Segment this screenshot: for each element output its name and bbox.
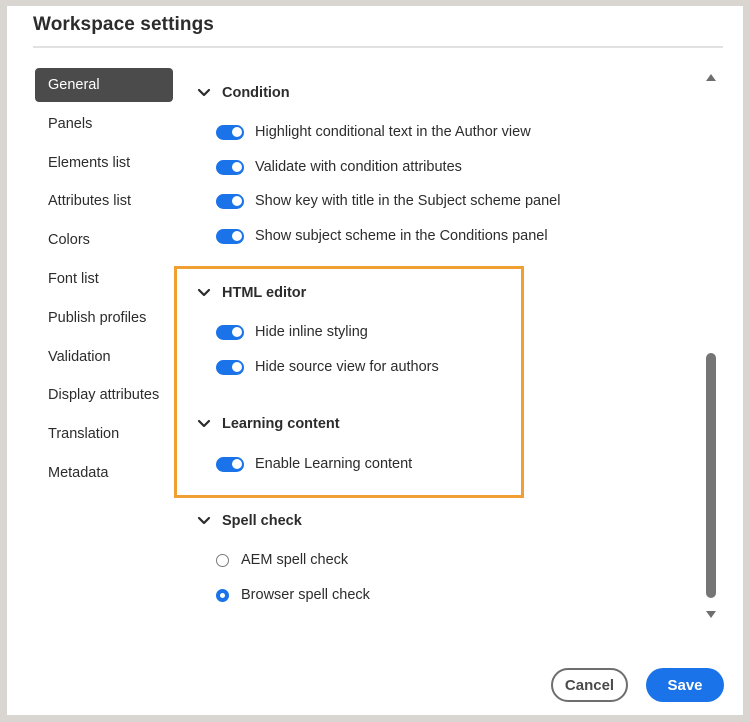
option-label: Validate with condition attributes (255, 159, 462, 175)
sidebar-item-attributes-list[interactable]: Attributes list (35, 184, 173, 218)
option-label: Hide inline styling (255, 324, 368, 340)
section-title: Spell check (222, 513, 302, 529)
option-label: Show subject scheme in the Conditions pa… (255, 228, 548, 244)
option-label: Highlight conditional text in the Author… (255, 124, 531, 140)
radio-button-selected[interactable] (216, 588, 229, 602)
option-show-subject-scheme: Show subject scheme in the Conditions pa… (216, 228, 548, 244)
section-header-condition[interactable]: Condition (197, 85, 290, 101)
option-label: Browser spell check (241, 587, 370, 603)
sidebar-item-elements-list[interactable]: Elements list (35, 146, 173, 180)
radio-button[interactable] (216, 553, 229, 567)
sidebar-item-display-attributes[interactable]: Display attributes (35, 378, 173, 412)
sidebar-item-publish-profiles[interactable]: Publish profiles (35, 301, 173, 335)
save-button[interactable]: Save (646, 668, 724, 702)
toggle-switch[interactable] (216, 159, 244, 175)
scroll-down-arrow-icon[interactable] (704, 608, 718, 622)
option-label: Enable Learning content (255, 456, 413, 472)
option-label: AEM spell check (241, 552, 349, 568)
sidebar-item-metadata[interactable]: Metadata (35, 456, 173, 490)
toggle-switch[interactable] (216, 359, 244, 375)
sidebar-item-panels[interactable]: Panels (35, 107, 173, 141)
chevron-down-icon (197, 516, 211, 525)
sidebar-item-font-list[interactable]: Font list (35, 262, 173, 296)
section-header-html-editor[interactable]: HTML editor (197, 285, 306, 301)
option-aem-spell-check: AEM spell check (216, 552, 348, 568)
dialog-title: Workspace settings (33, 14, 214, 35)
option-label: Hide source view for authors (255, 359, 439, 375)
workspace-settings-dialog: Workspace settings General Panels Elemen… (7, 6, 743, 715)
scroll-up-arrow-icon[interactable] (704, 70, 718, 84)
cancel-button[interactable]: Cancel (551, 668, 628, 702)
section-header-learning-content[interactable]: Learning content (197, 416, 340, 432)
toggle-switch[interactable] (216, 324, 244, 340)
option-browser-spell-check: Browser spell check (216, 587, 370, 603)
option-hide-inline-styling: Hide inline styling (216, 324, 368, 340)
section-title: Learning content (222, 416, 340, 432)
option-highlight-conditional-text: Highlight conditional text in the Author… (216, 124, 531, 140)
option-label: Show key with title in the Subject schem… (255, 193, 561, 209)
toggle-switch[interactable] (216, 456, 244, 472)
chevron-down-icon (197, 88, 211, 97)
option-enable-learning-content: Enable Learning content (216, 456, 412, 472)
settings-sidebar: General Panels Elements list Attributes … (35, 68, 173, 495)
section-title: Condition (222, 85, 290, 101)
section-title: HTML editor (222, 285, 307, 301)
option-show-key-with-title: Show key with title in the Subject schem… (216, 193, 560, 209)
toggle-switch[interactable] (216, 228, 244, 244)
title-divider (33, 46, 723, 48)
option-hide-source-view: Hide source view for authors (216, 359, 439, 375)
sidebar-item-colors[interactable]: Colors (35, 223, 173, 257)
sidebar-item-general[interactable]: General (35, 68, 173, 102)
toggle-switch[interactable] (216, 193, 244, 209)
sidebar-item-validation[interactable]: Validation (35, 340, 173, 374)
option-validate-condition-attributes: Validate with condition attributes (216, 159, 462, 175)
scrollbar-thumb[interactable] (706, 353, 716, 598)
section-header-spell-check[interactable]: Spell check (197, 513, 302, 529)
chevron-down-icon (197, 288, 211, 297)
toggle-switch[interactable] (216, 124, 244, 140)
sidebar-item-translation[interactable]: Translation (35, 417, 173, 451)
chevron-down-icon (197, 419, 211, 428)
